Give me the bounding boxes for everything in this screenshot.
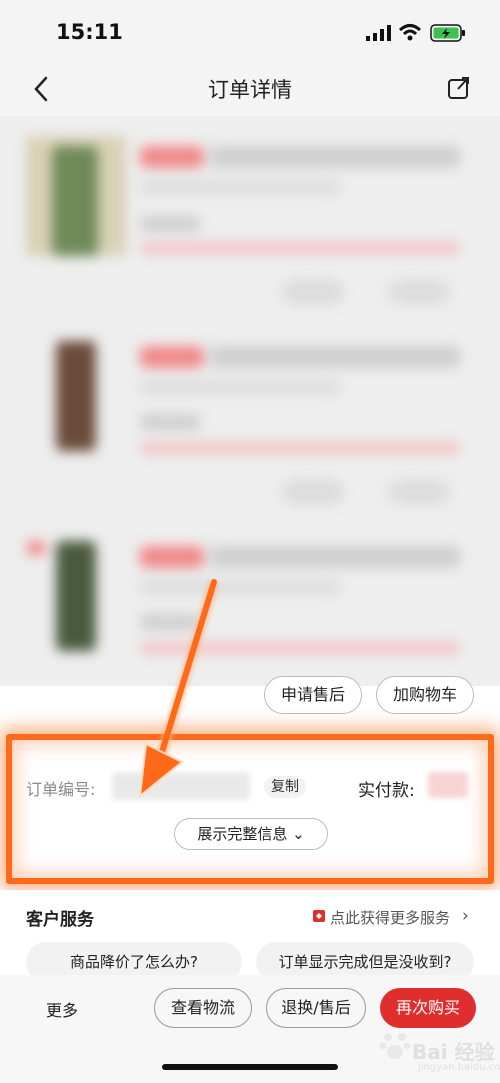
chevron-right-icon[interactable]: › bbox=[462, 906, 469, 926]
highlight-frame bbox=[6, 734, 494, 884]
view-logistics-button[interactable]: 查看物流 bbox=[154, 988, 252, 1028]
wifi-icon bbox=[398, 24, 422, 41]
more-button[interactable]: 更多 bbox=[46, 997, 78, 1021]
watermark-text: Bai 经验 bbox=[412, 1040, 495, 1064]
product-list-blurred bbox=[0, 116, 500, 686]
battery-icon bbox=[430, 24, 465, 42]
status-time: 15:11 bbox=[56, 20, 123, 44]
page-title: 订单详情 bbox=[208, 78, 292, 102]
share-icon[interactable] bbox=[446, 75, 472, 101]
apply-after-sale-button[interactable]: 申请售后 bbox=[264, 676, 362, 714]
rebuy-button[interactable]: 再次购买 bbox=[380, 988, 476, 1028]
add-to-cart-button[interactable]: 加购物车 bbox=[376, 676, 474, 714]
cellular-signal-icon bbox=[366, 25, 391, 41]
home-indicator bbox=[162, 1064, 338, 1070]
service-badge-icon bbox=[313, 910, 325, 922]
return-after-sale-button[interactable]: 退换/售后 bbox=[266, 988, 366, 1028]
more-services-link[interactable]: 点此获得更多服务 bbox=[330, 907, 450, 928]
customer-service-title: 客户服务 bbox=[26, 910, 94, 930]
watermark-url: jingyan.baidu.com bbox=[418, 1062, 500, 1073]
baidu-paw-icon bbox=[379, 1033, 411, 1059]
